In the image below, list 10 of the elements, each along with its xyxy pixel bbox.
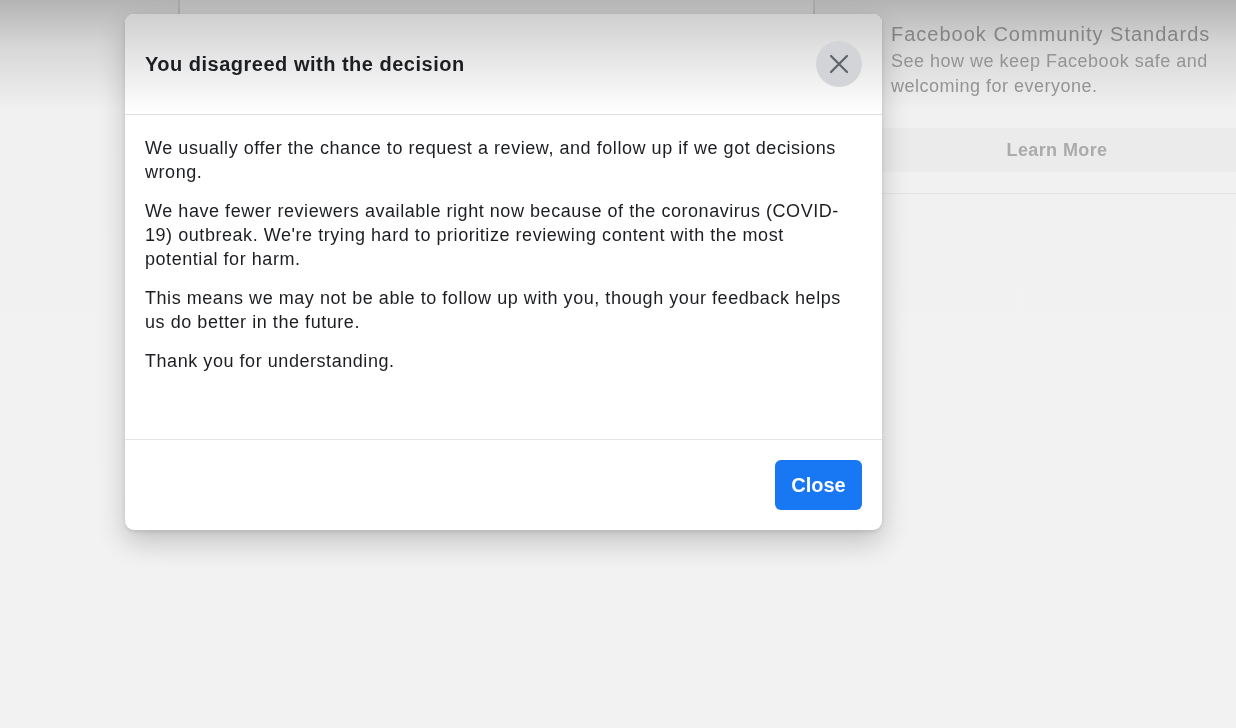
close-icon: [829, 54, 849, 74]
close-icon-button[interactable]: [816, 41, 862, 87]
sidebar-card-description: See how we keep Facebook safe and welcoming for everyone.: [891, 50, 1209, 98]
close-button[interactable]: Close: [775, 460, 862, 510]
dialog-paragraph: Thank you for understanding.: [145, 350, 396, 373]
dialog-title: You disagreed with the decision: [145, 52, 465, 76]
sidebar-card-title: Facebook Community Standards: [891, 22, 1212, 46]
dialog-paragraph: This means we may not be able to follow up with you, though your feedback helps us do better in the future.: [145, 287, 842, 334]
dialog-paragraph: We have fewer reviewers available right now because of the coronavirus (COVID-19) outbreak. We're trying hard to prioritize reviewing content with the most potential for harm.: [145, 200, 840, 271]
dialog-paragraph: We usually offer the chance to request a review, and follow up if we got decisions wrong.: [145, 137, 837, 184]
